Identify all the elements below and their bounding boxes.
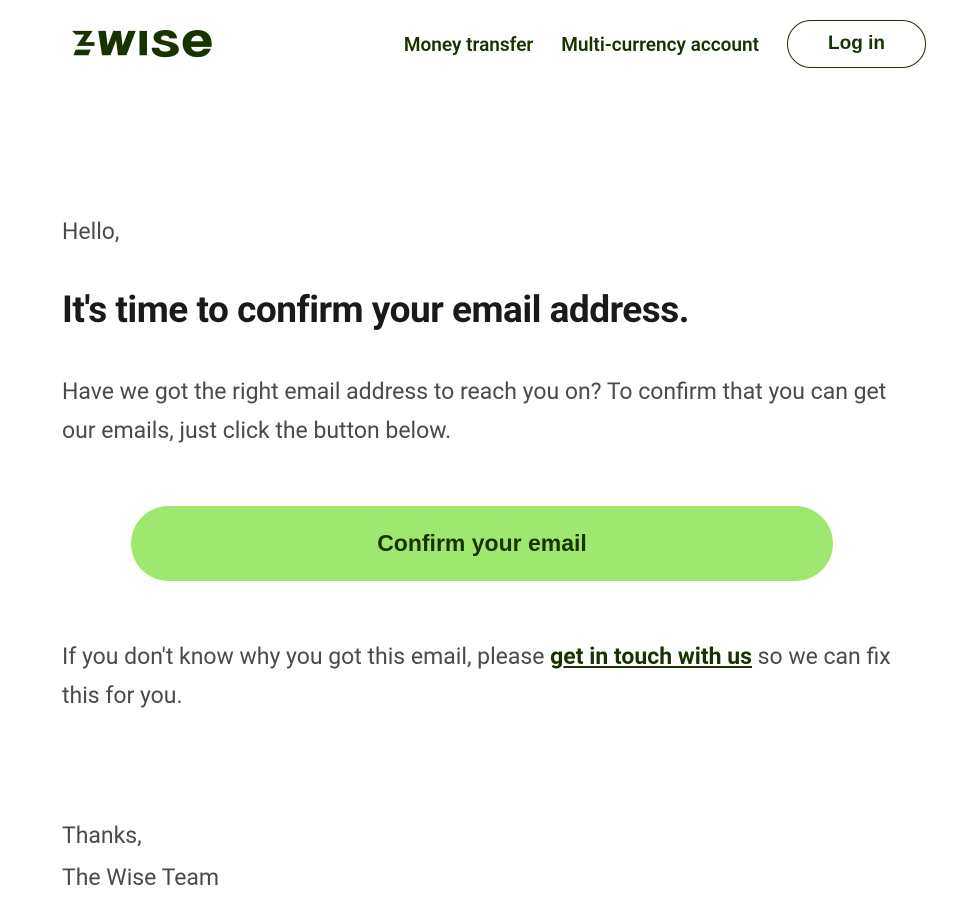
nav: Money transfer Multi-currency account Lo… — [404, 20, 926, 68]
confirm-email-button[interactable]: Confirm your email — [131, 506, 833, 581]
greeting-text: Hello, — [62, 218, 902, 245]
get-in-touch-link[interactable]: get in touch with us — [550, 643, 752, 670]
signoff-block: Thanks, The Wise Team — [62, 815, 902, 898]
email-content: Hello, It's time to confirm your email a… — [0, 68, 964, 898]
wise-logo-icon — [72, 28, 222, 60]
nav-multi-currency[interactable]: Multi-currency account — [561, 33, 759, 56]
secondary-text: If you don't know why you got this email… — [62, 637, 902, 715]
login-button[interactable]: Log in — [787, 20, 926, 68]
body-text: Have we got the right email address to r… — [62, 372, 902, 450]
header: Money transfer Multi-currency account Lo… — [0, 0, 964, 68]
page-title: It's time to confirm your email address. — [62, 289, 902, 332]
secondary-before: If you don't know why you got this email… — [62, 643, 550, 670]
signoff-thanks: Thanks, — [62, 815, 902, 856]
wise-logo[interactable] — [72, 28, 222, 60]
nav-money-transfer[interactable]: Money transfer — [404, 33, 533, 56]
signoff-team: The Wise Team — [62, 857, 902, 898]
